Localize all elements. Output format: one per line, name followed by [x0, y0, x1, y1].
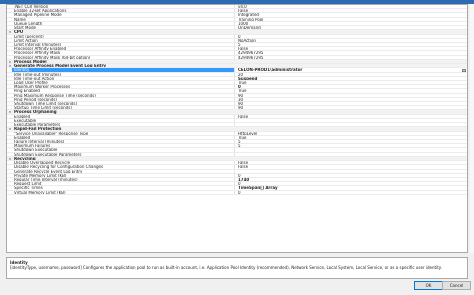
property-value[interactable]: 0: [236, 182, 461, 185]
property-name: Ping Period (seconds): [12, 97, 235, 102]
property-name: Shutdown Time Limit (seconds): [12, 102, 235, 106]
property-value[interactable]: False: [236, 115, 461, 118]
property-value[interactable]: 20: [236, 73, 461, 76]
property-value[interactable]: 4294967295: [236, 51, 461, 54]
property-value[interactable]: TimeSpan[] Array: [236, 186, 461, 189]
property-name: Shutdown Executable Parameters: [12, 152, 235, 156]
property-value[interactable]: CELON-PROD1\administrator: [236, 68, 461, 72]
property-grid-scrollbar[interactable]: [470, 4, 474, 253]
property-name: Queue Length: [12, 21, 235, 26]
property-grid[interactable]: .NET CLR Version v4.0 Enable 32-Bit Applic…: [6, 4, 468, 253]
ok-button[interactable]: OK: [414, 281, 443, 290]
property-value[interactable]: [236, 119, 461, 122]
property-name: Recycling: [14, 156, 36, 161]
property-value[interactable]: 1740: [236, 178, 461, 181]
property-value[interactable]: [236, 170, 461, 173]
property-value[interactable]: [236, 148, 461, 151]
property-name: Idle Time-out (minutes): [12, 72, 235, 76]
property-name: Maximum Worker Processes: [12, 85, 235, 89]
property-name: Enable 32-Bit Applications: [12, 9, 235, 13]
property-name: Virtual Memory Limit (KB): [12, 190, 235, 194]
description-text: [identityType, username, password] Confi…: [10, 265, 442, 270]
property-value[interactable]: 5: [236, 140, 461, 143]
property-value[interactable]: 5: [236, 144, 461, 147]
property-value[interactable]: 0: [236, 35, 461, 38]
property-value[interactable]: 1000: [236, 22, 461, 25]
property-name: Shutdown Executable: [12, 148, 235, 152]
property-value[interactable]: True: [236, 136, 461, 139]
property-row[interactable]: Virtual Memory Limit (KB) 0: [7, 190, 467, 195]
property-name: Request Limit: [12, 182, 235, 186]
property-name: CPU: [14, 30, 24, 34]
description-panel: Identity [identityType, username, passwo…: [6, 257, 468, 279]
property-value[interactable]: 0: [236, 191, 461, 194]
property-name: Enabled: [12, 114, 235, 118]
property-value[interactable]: True: [236, 81, 461, 84]
property-value[interactable]: False: [236, 9, 461, 12]
property-value[interactable]: 90: [236, 94, 461, 97]
property-name: "Service Unavailable" Response Type: [12, 131, 235, 135]
property-value[interactable]: [236, 153, 461, 156]
property-name: Processor Affinity Enabled: [12, 47, 235, 51]
property-name: Generate Process Model Event Log Entry: [14, 64, 107, 68]
property-value[interactable]: 90: [236, 106, 461, 109]
property-name: Processor Affinity Mask: [12, 51, 235, 55]
cancel-button[interactable]: Cancel: [442, 281, 471, 290]
property-name: Start Mode: [12, 26, 235, 30]
property-name: Generate Recycle Event Log Entry: [12, 169, 235, 173]
property-value[interactable]: False: [236, 161, 461, 164]
property-name: Disable Recycling for Configuration Chan…: [12, 165, 235, 169]
property-name: Specific Times: [12, 186, 235, 190]
property-value[interactable]: 90: [236, 102, 461, 105]
property-name: Executable Parameters: [12, 123, 235, 127]
property-name: Maximum Failures: [12, 144, 235, 148]
property-value[interactable]: 30: [236, 98, 461, 101]
property-name: Process Orphaning: [14, 110, 57, 114]
property-value[interactable]: Integrated: [236, 13, 461, 16]
property-name: Limit (percent): [12, 34, 235, 38]
property-value[interactable]: True: [236, 89, 461, 92]
property-name: Regular Time Interval (minutes): [12, 177, 235, 182]
property-name: Ping Enabled: [12, 89, 235, 93]
property-name: Enabled: [12, 135, 235, 139]
property-name: Startup Time Limit (seconds): [12, 106, 235, 110]
property-value[interactable]: NoAction: [236, 39, 461, 42]
property-name: .NET CLR Version: [12, 5, 235, 9]
property-name: Ping Maximum Response Time (seconds): [12, 93, 235, 97]
property-name: Process Model: [14, 59, 47, 64]
property-name: Managed Pipeline Mode: [12, 13, 235, 17]
property-value[interactable]: 5: [236, 43, 461, 46]
property-value[interactable]: Training Pool: [236, 18, 461, 21]
property-name: Load User Profile: [12, 80, 235, 85]
property-name: Private Memory Limit (KB): [12, 173, 235, 177]
property-name: Name: [12, 17, 235, 21]
property-name: Executable: [12, 118, 235, 123]
property-value[interactable]: Suspend: [236, 77, 461, 80]
property-name: Limit Interval (minutes): [12, 42, 235, 47]
property-name: Identity: [12, 68, 235, 72]
property-name: Failure Interval (minutes): [12, 140, 235, 144]
property-name: Disable Overlapped Recycle: [12, 161, 235, 165]
property-value[interactable]: 0: [236, 174, 461, 177]
property-value[interactable]: False: [236, 165, 461, 168]
property-value[interactable]: False: [236, 47, 461, 50]
property-name: Idle Time-out Action: [12, 76, 235, 80]
property-value[interactable]: [236, 123, 461, 126]
property-value[interactable]: HttpLevel: [236, 132, 461, 135]
property-value[interactable]: 0: [236, 85, 461, 88]
ellipsis-button[interactable]: ...: [462, 68, 466, 72]
property-name: Limit Action: [12, 38, 235, 42]
property-name: Rapid-Fail Protection: [14, 127, 62, 131]
property-value[interactable]: OnDemand: [236, 26, 461, 29]
property-name: Processor Affinity Mask (64-bit option): [12, 55, 235, 59]
property-value[interactable]: 4294967295: [236, 56, 461, 59]
property-value[interactable]: v4.0: [236, 5, 461, 8]
